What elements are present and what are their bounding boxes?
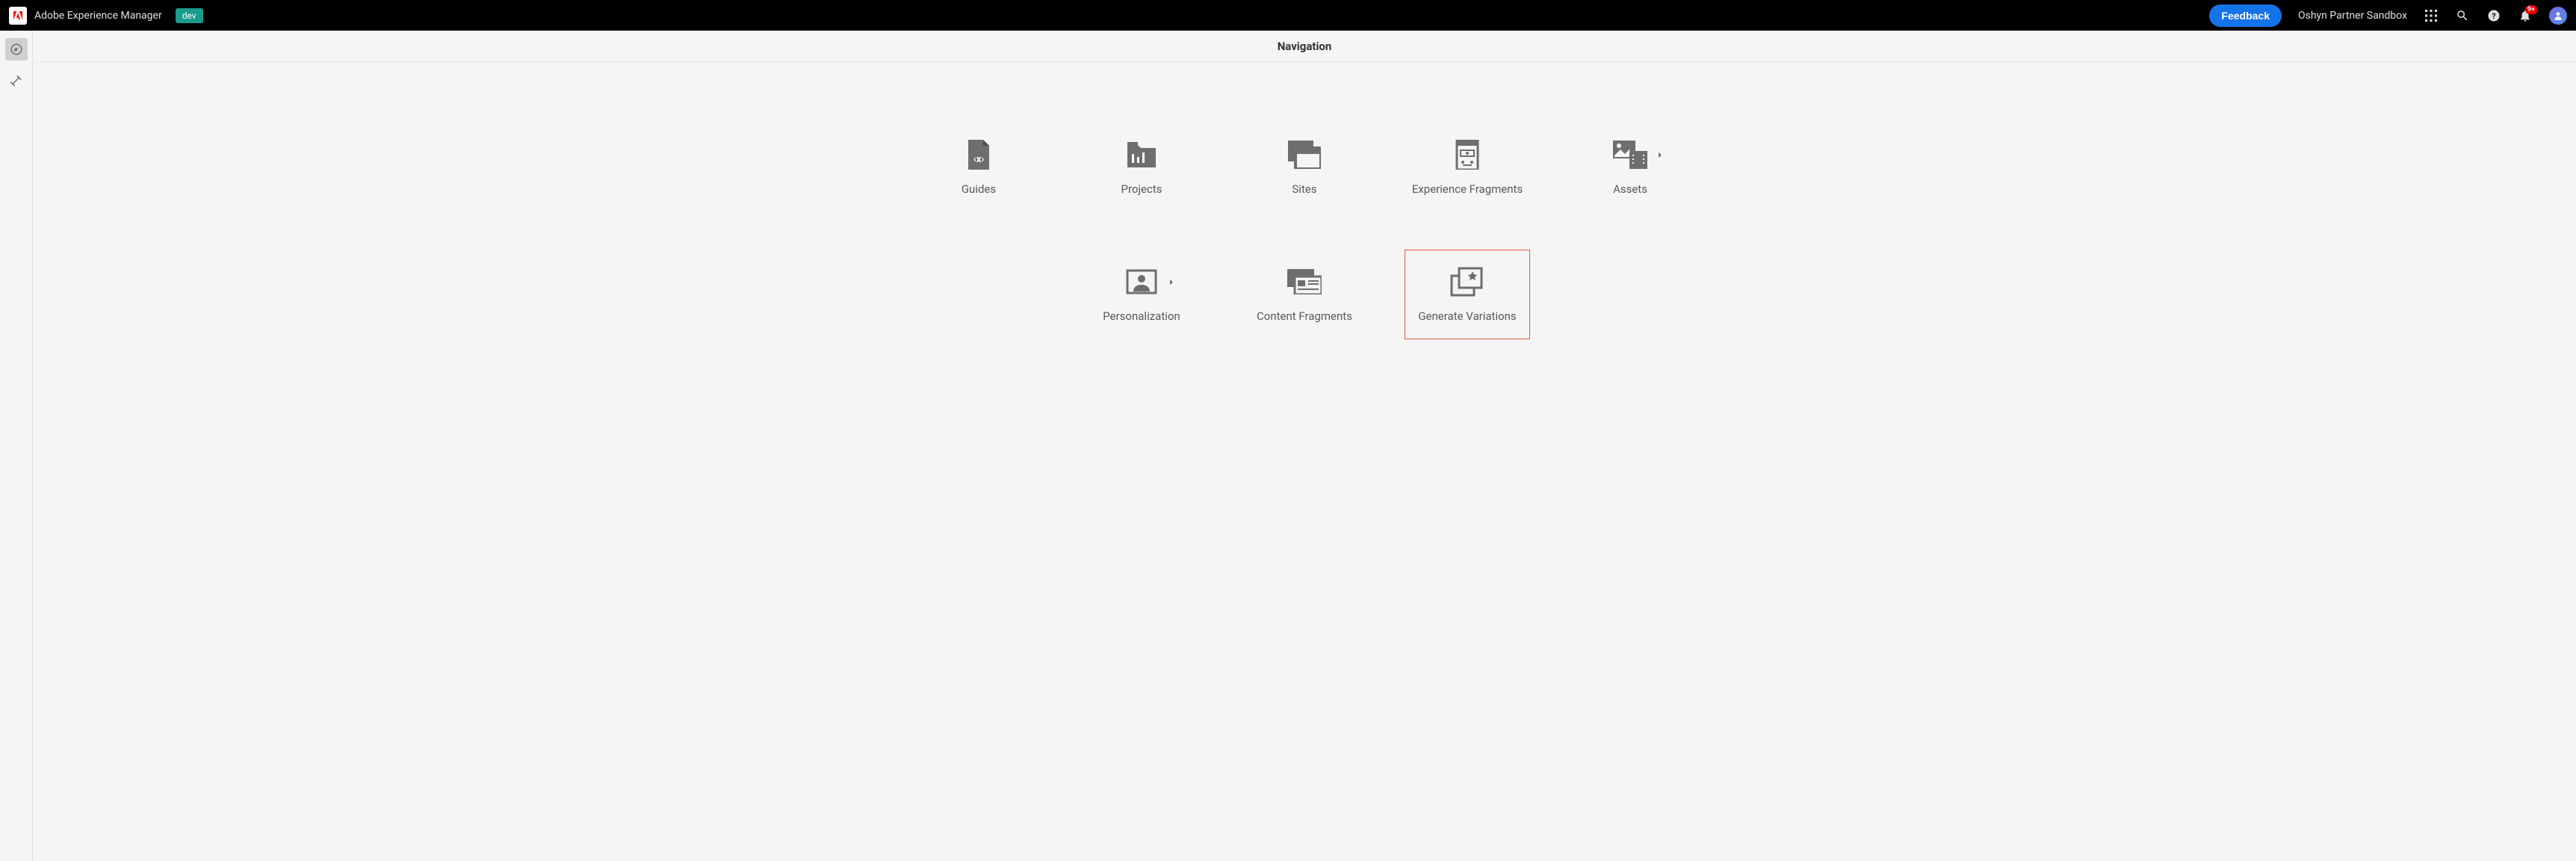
sites-icon <box>1284 139 1325 170</box>
tile-guides[interactable]: ‹x› Guides <box>916 123 1041 212</box>
projects-icon <box>1121 139 1162 170</box>
left-rail <box>0 31 33 861</box>
tile-label: Projects <box>1121 182 1162 196</box>
rail-compass-icon[interactable] <box>5 38 28 61</box>
experience-fragments-icon <box>1447 139 1487 170</box>
tile-label: Experience Fragments <box>1412 182 1523 196</box>
svg-text:‹x›: ‹x› <box>973 154 985 165</box>
apps-icon[interactable] <box>2424 8 2439 23</box>
sandbox-name[interactable]: Oshyn Partner Sandbox <box>2298 10 2407 22</box>
generate-variations-icon <box>1447 266 1487 297</box>
tile-label: Generate Variations <box>1418 309 1516 323</box>
tile-personalization[interactable]: Personalization <box>1079 250 1204 339</box>
main-wrap: Navigation ‹x› Guides Projects Sites <box>0 31 2576 861</box>
tile-projects[interactable]: Projects <box>1079 123 1204 212</box>
tiles-grid: ‹x› Guides Projects Sites E <box>856 63 1753 369</box>
search-icon[interactable] <box>2455 8 2470 23</box>
help-icon[interactable]: ? <box>2486 8 2501 23</box>
tile-generate-variations[interactable]: Generate Variations <box>1405 250 1530 339</box>
app-title[interactable]: Adobe Experience Manager <box>34 10 162 22</box>
svg-text:?: ? <box>2492 10 2495 20</box>
tile-experience-fragments[interactable]: Experience Fragments <box>1405 123 1530 212</box>
personalization-icon <box>1121 266 1162 297</box>
tile-label: Personalization <box>1103 309 1180 323</box>
tile-content-fragments[interactable]: Content Fragments <box>1242 250 1367 339</box>
avatar[interactable] <box>2549 7 2567 25</box>
content-area: Navigation ‹x› Guides Projects Sites <box>33 31 2576 861</box>
tile-assets[interactable]: Assets <box>1567 123 1693 212</box>
tile-label: Content Fragments <box>1257 309 1352 323</box>
feedback-button[interactable]: Feedback <box>2209 4 2282 27</box>
page-header: Navigation <box>33 31 2576 63</box>
tile-sites[interactable]: Sites <box>1242 123 1367 212</box>
assets-icon <box>1610 139 1650 170</box>
chevron-right-icon <box>1168 275 1175 289</box>
notifications-icon[interactable]: 9+ <box>2518 8 2533 23</box>
topbar-left: Adobe Experience Manager dev <box>9 7 203 25</box>
tile-label: Sites <box>1292 182 1316 196</box>
rail-hammer-icon[interactable] <box>5 70 28 92</box>
page-title: Navigation <box>33 40 2576 53</box>
topbar: Adobe Experience Manager dev Feedback Os… <box>0 0 2576 31</box>
env-badge: dev <box>176 8 203 23</box>
notification-badge: 9+ <box>2525 5 2537 14</box>
tile-label: Guides <box>962 182 996 196</box>
content-fragments-icon <box>1284 266 1325 297</box>
guides-icon: ‹x› <box>959 139 999 170</box>
adobe-logo-icon[interactable] <box>9 7 27 25</box>
tile-label: Assets <box>1613 182 1647 196</box>
chevron-right-icon <box>1656 148 1664 162</box>
topbar-right: Feedback Oshyn Partner Sandbox ? 9+ <box>2209 4 2567 27</box>
